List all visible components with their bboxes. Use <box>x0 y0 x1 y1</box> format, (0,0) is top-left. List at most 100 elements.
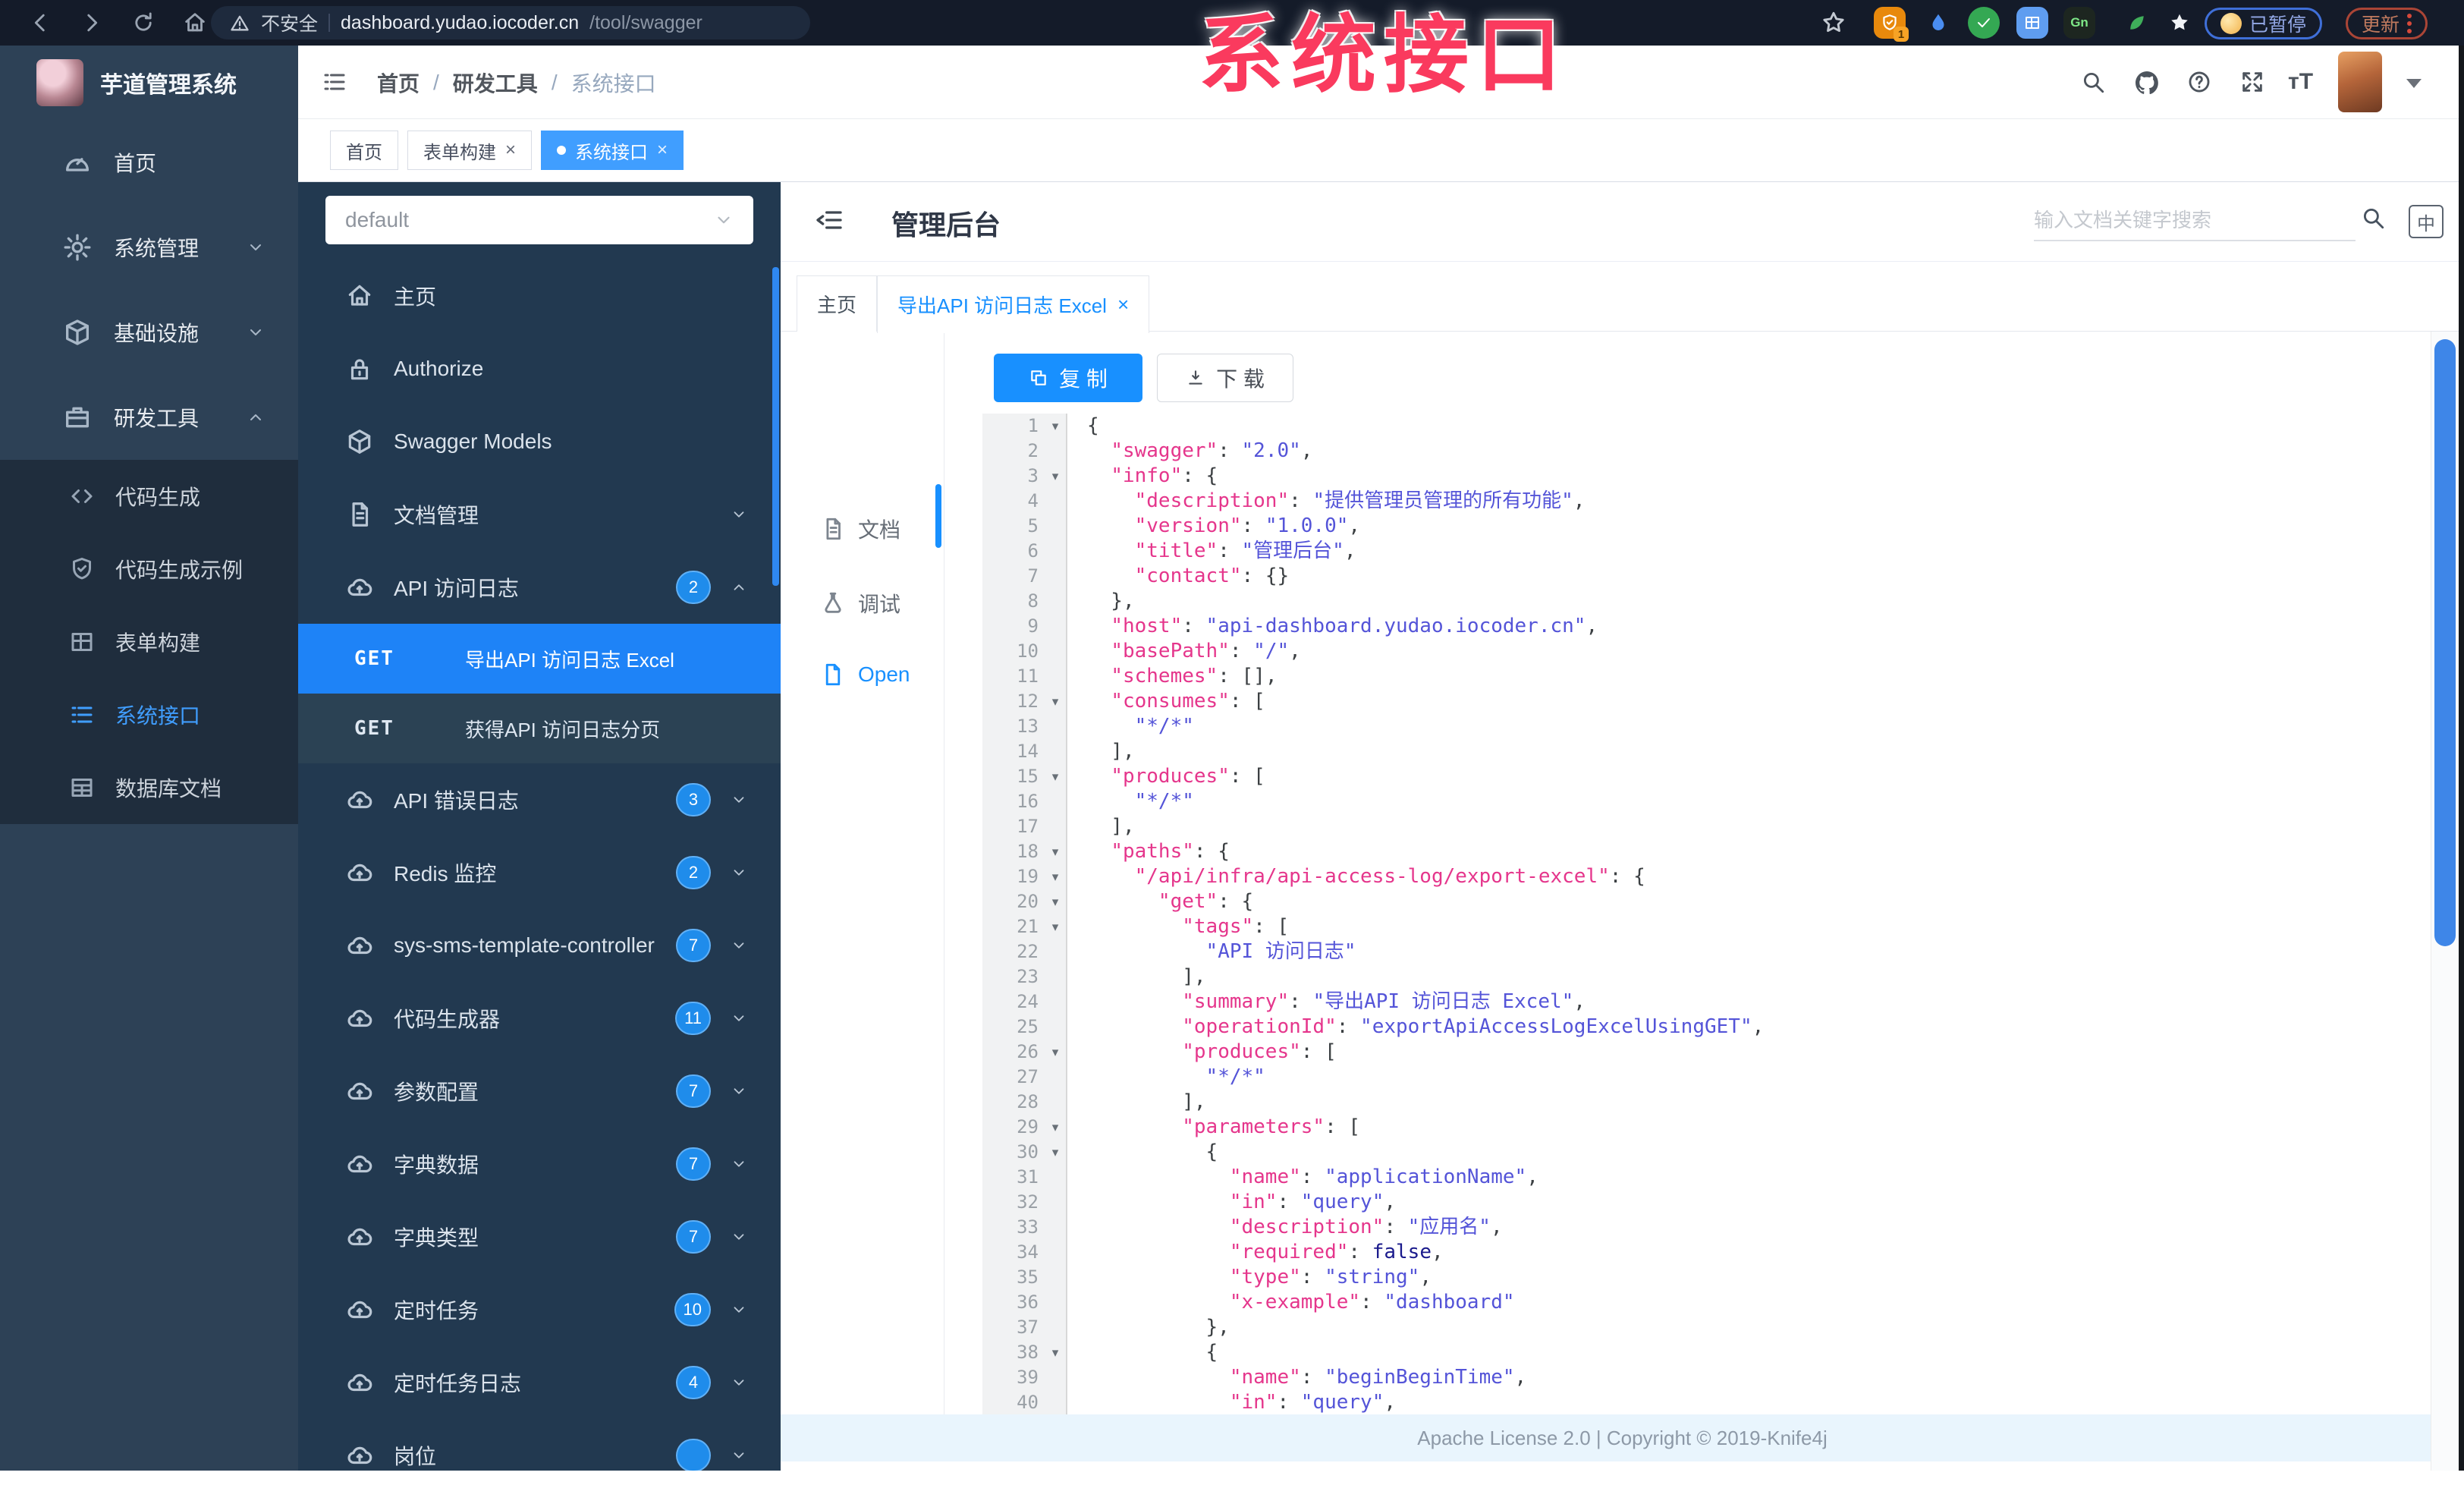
swagger-item-定时任务[interactable]: 定时任务 10 <box>298 1273 781 1346</box>
download-button[interactable]: 下 载 <box>1157 354 1293 402</box>
fold-caret-icon[interactable]: ▾ <box>1045 1140 1066 1165</box>
tag-首页[interactable]: 首页 <box>330 131 398 170</box>
swagger-item-主页[interactable]: 主页 <box>298 260 781 332</box>
code-editor[interactable]: 1▾{2▾ "swagger": "2.0",3▾ "info": {4▾ "d… <box>982 414 2432 1414</box>
fold-caret-icon[interactable]: ▾ <box>1045 764 1066 789</box>
fold-caret-icon[interactable]: ▾ <box>1045 1115 1066 1140</box>
github-icon[interactable] <box>2133 69 2161 96</box>
sidebar-item-系统接口[interactable]: 系统接口 <box>0 678 298 751</box>
swagger-item-岗位[interactable]: 岗位 <box>298 1419 781 1471</box>
sidebar-item-研发工具[interactable]: 研发工具 <box>0 375 298 460</box>
swagger-item-代码生成器[interactable]: 代码生成器 11 <box>298 982 781 1055</box>
leaf-extension-icon[interactable] <box>2121 7 2153 39</box>
swagger-item-sys-sms-template-controller[interactable]: sys-sms-template-controller 7 <box>298 909 781 982</box>
hamburger-icon[interactable] <box>321 68 348 96</box>
gutter-cell: 22▾ <box>982 939 1067 964</box>
breadcrumb-研发工具[interactable]: 研发工具 <box>453 68 538 98</box>
language-toggle[interactable]: 中 <box>2409 205 2444 238</box>
gn-extension-icon[interactable]: Gn <box>2063 7 2095 39</box>
tags-view-bar: 首页 表单构建 × 系统接口 × <box>298 119 2464 182</box>
check-extension-icon[interactable] <box>1968 7 2000 39</box>
doc-tab-主页[interactable]: 主页 <box>797 275 878 332</box>
doc-header: 管理后台 中 <box>781 182 2464 262</box>
browser-home-icon[interactable] <box>182 10 208 36</box>
fold-caret-icon[interactable]: ▾ <box>1045 864 1066 889</box>
sidebar-item-代码生成[interactable]: 代码生成 <box>0 460 298 533</box>
doc-nav-调试[interactable]: 调试 <box>781 582 944 625</box>
breadcrumb-首页[interactable]: 首页 <box>377 68 420 98</box>
line-number: 28 <box>1017 1091 1039 1112</box>
swagger-item-参数配置[interactable]: 参数配置 7 <box>298 1055 781 1128</box>
swagger-scrollbar-thumb[interactable] <box>772 267 779 586</box>
fold-caret-icon[interactable]: ▾ <box>1045 839 1066 864</box>
paused-extension-button[interactable]: 已暂停 <box>2205 8 2323 39</box>
code-line: 4▾ "description": "提供管理员管理的所有功能", <box>982 489 2432 514</box>
swagger-item-定时任务日志[interactable]: 定时任务日志 4 <box>298 1346 781 1419</box>
fold-caret-icon[interactable]: ▾ <box>1045 414 1066 439</box>
search-icon[interactable] <box>2360 205 2386 231</box>
tag-表单构建[interactable]: 表单构建 × <box>407 131 533 170</box>
doc-nav-Open[interactable]: Open <box>781 653 944 696</box>
sidebar-item-首页[interactable]: 首页 <box>0 120 298 205</box>
line-number: 19 <box>1017 866 1039 887</box>
fold-caret-icon[interactable]: ▾ <box>1045 1340 1066 1365</box>
tag-label: 表单构建 <box>423 142 496 163</box>
shield-extension-icon[interactable]: 1 <box>1874 7 1909 42</box>
swagger-item-Authorize[interactable]: Authorize <box>298 332 781 405</box>
sidebar-item-系统管理[interactable]: 系统管理 <box>0 205 298 290</box>
swagger-item-API 错误日志[interactable]: API 错误日志 3 <box>298 763 781 836</box>
gutter-cell: 15 ▾ <box>982 764 1067 789</box>
header-search-icon[interactable] <box>2080 69 2106 95</box>
bookmark-star-icon[interactable] <box>1821 10 1846 36</box>
address-bar[interactable]: 不安全 dashboard.yudao.iocoder.cn /tool/swa… <box>211 6 810 39</box>
copy-button[interactable]: 复 制 <box>994 354 1142 402</box>
browser-forward-icon[interactable] <box>79 10 105 36</box>
code-line: 26 ▾ "produces": [ <box>982 1040 2432 1065</box>
fullscreen-icon[interactable] <box>2239 69 2265 95</box>
code-line: 2▾ "swagger": "2.0", <box>982 439 2432 464</box>
gutter-cell: 27▾ <box>982 1065 1067 1090</box>
swagger-item-字典数据[interactable]: 字典数据 7 <box>298 1128 781 1200</box>
gutter-cell: 26 ▾ <box>982 1040 1067 1065</box>
operation-获得API 访问日志分页[interactable]: GET 获得API 访问日志分页 <box>298 694 781 763</box>
swagger-item-Redis 监控[interactable]: Redis 监控 2 <box>298 836 781 909</box>
operation-导出API 访问日志 Excel[interactable]: GET 导出API 访问日志 Excel <box>298 624 781 694</box>
font-size-icon[interactable]: ᴛT <box>2288 69 2313 95</box>
tag-系统接口[interactable]: 系统接口 × <box>541 131 684 170</box>
star-extension-icon[interactable] <box>2164 7 2195 39</box>
sidebar-item-数据库文档[interactable]: 数据库文档 <box>0 751 298 824</box>
browser-back-icon[interactable] <box>27 10 53 36</box>
close-icon[interactable]: × <box>505 141 516 159</box>
user-avatar[interactable] <box>2338 52 2382 112</box>
fold-caret-icon[interactable]: ▾ <box>1045 689 1066 714</box>
sidebar-item-代码生成示例[interactable]: 代码生成示例 <box>0 533 298 606</box>
puzzle-extension-icon[interactable] <box>2016 7 2048 39</box>
doc-tab-导出API 访问日志 Excel[interactable]: 导出API 访问日志 Excel × <box>877 275 1150 333</box>
sidebar-item-基础设施[interactable]: 基础设施 <box>0 290 298 375</box>
doc-search-input[interactable] <box>2034 200 2356 241</box>
doc-nav-文档[interactable]: 文档 <box>781 508 944 550</box>
fold-caret-icon[interactable]: ▾ <box>1045 914 1066 939</box>
drop-extension-icon[interactable] <box>1922 7 1954 39</box>
sidebar-item-表单构建[interactable]: 表单构建 <box>0 606 298 678</box>
cloud-icon <box>345 1368 374 1397</box>
cube-icon <box>345 427 374 456</box>
swagger-item-API 访问日志[interactable]: API 访问日志 2 <box>298 551 781 624</box>
menu-fold-icon[interactable] <box>814 205 844 235</box>
code-text: "summary": "导出API 访问日志 Excel", <box>1182 990 1586 1013</box>
swagger-item-Swagger Models[interactable]: Swagger Models <box>298 405 781 478</box>
browser-menu-icon[interactable] <box>2407 14 2412 33</box>
fold-caret-icon[interactable]: ▾ <box>1045 1040 1066 1065</box>
swagger-item-字典类型[interactable]: 字典类型 7 <box>298 1200 781 1273</box>
avatar-caret-icon[interactable] <box>2406 79 2422 88</box>
close-icon[interactable]: × <box>657 141 668 159</box>
swagger-item-文档管理[interactable]: 文档管理 <box>298 478 781 551</box>
api-group-select[interactable]: default <box>325 196 753 244</box>
browser-reload-icon[interactable] <box>130 10 156 36</box>
close-icon[interactable]: × <box>1117 293 1129 316</box>
update-browser-button[interactable]: 更新 <box>2346 8 2428 39</box>
page-scrollbar-thumb[interactable] <box>2434 339 2456 946</box>
fold-caret-icon[interactable]: ▾ <box>1045 889 1066 914</box>
fold-caret-icon[interactable]: ▾ <box>1045 464 1066 489</box>
help-icon[interactable] <box>2186 69 2212 95</box>
